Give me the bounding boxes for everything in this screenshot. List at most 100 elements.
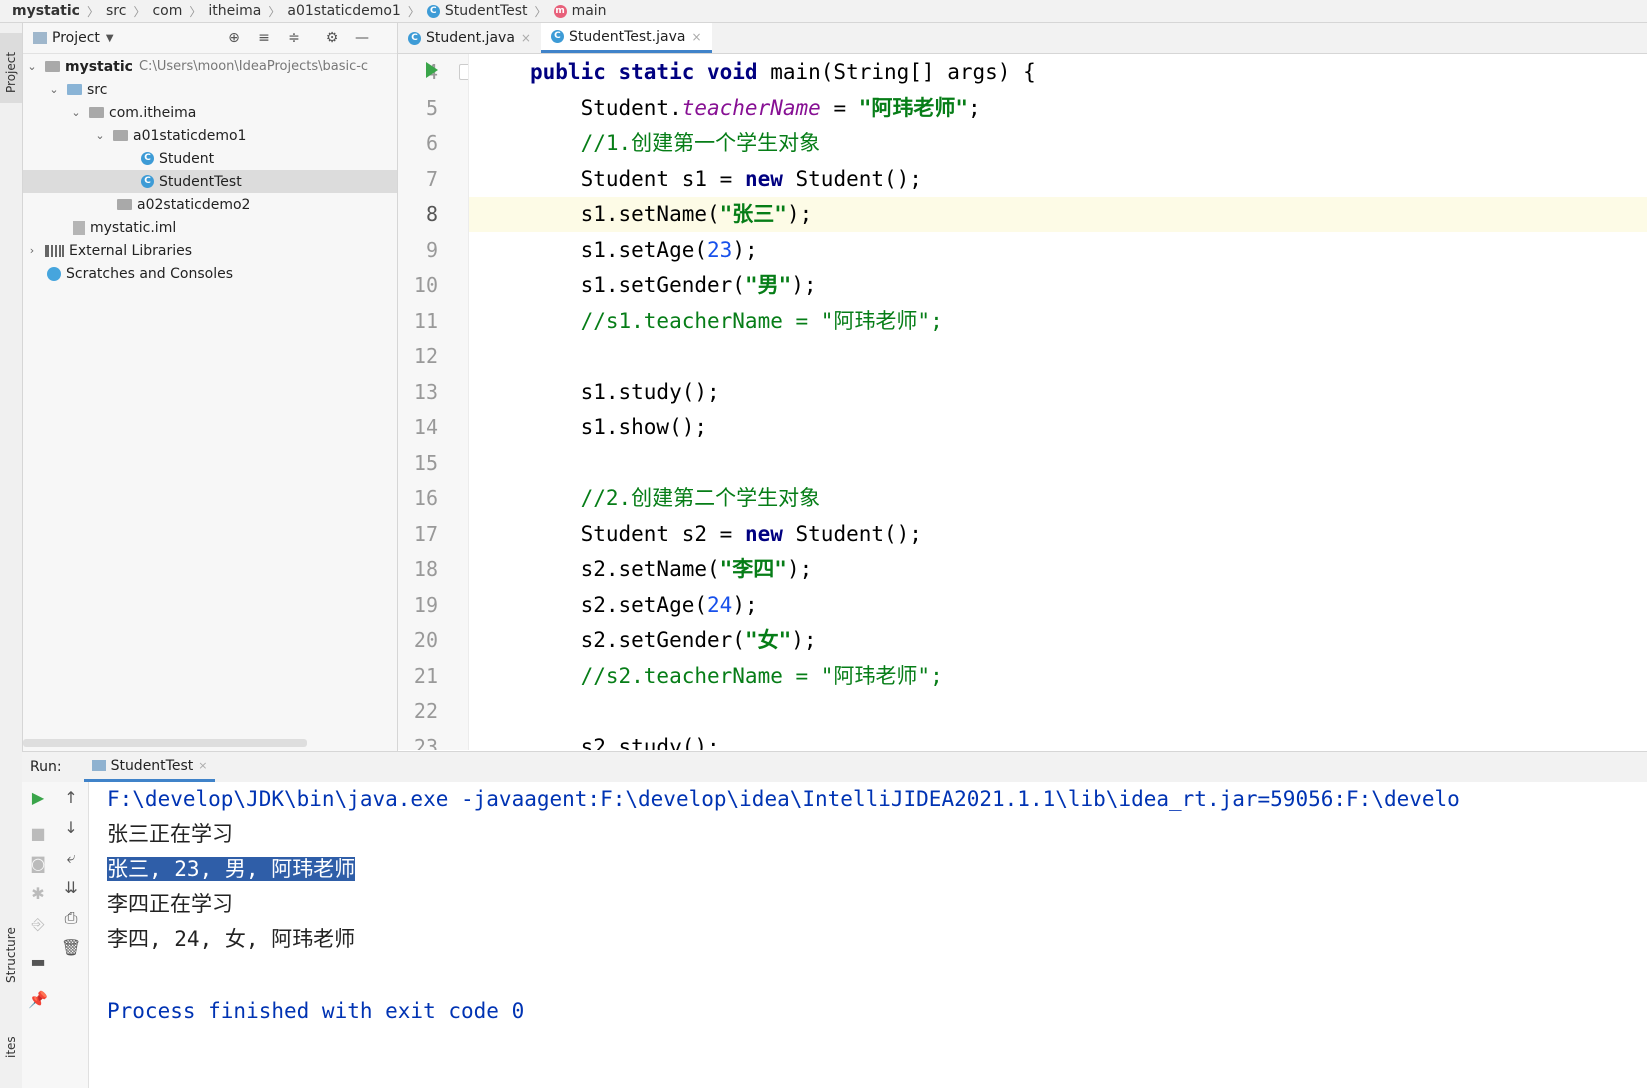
code-line[interactable]: //s1.teacherName = "阿玮老师"; [469,304,1647,339]
run-panel-header: Run: StudentTest × [22,751,1647,783]
code-token: Student(); [795,166,922,191]
tree-item-a01staticdemo1[interactable]: ⌄ a01staticdemo1 [23,124,397,147]
close-icon[interactable]: × [691,30,701,44]
code-token: "李四" [719,557,787,581]
code-editor[interactable]: public static void main(String[] args) {… [469,54,1647,750]
collapse-all-icon[interactable]: ≑ [285,29,303,47]
code-token: public static void [530,60,771,84]
camera-icon[interactable]: ◙ [28,854,48,874]
left-tool-stripe: Project Structure ites [0,23,23,1088]
code-line[interactable]: s2.study(); [469,730,1647,751]
tree-item-student[interactable]: C Student [23,147,397,170]
code-line[interactable] [469,446,1647,481]
breadcrumb-item-com[interactable]: com [149,3,185,19]
locate-icon[interactable]: ⊕ [225,29,243,47]
code-token: main(String[] args) { [770,60,1036,84]
line-number: 12 [413,344,438,368]
code-token: //s2.teacherName = "阿玮老师"; [530,663,943,688]
tree-item-studenttest[interactable]: C StudentTest [23,170,397,193]
class-icon: C [408,31,421,45]
trash-icon[interactable]: 🗑 [61,938,81,958]
code-line[interactable] [469,339,1647,374]
code-line[interactable]: Student.teacherName = "阿玮老师"; [469,91,1647,126]
tree-item-scratches[interactable]: Scratches and Consoles [23,262,397,285]
code-token: Student. [530,95,682,120]
arrow-up-icon[interactable]: ↑ [61,788,81,808]
chevron-down-icon: ⌄ [95,129,105,142]
code-line[interactable]: //2.创建第二个学生对象 [469,481,1647,516]
print-icon[interactable]: ⎙ [61,908,81,928]
selected-text[interactable]: 张三, 23, 男, 阿玮老师 [107,857,356,881]
code-line[interactable]: s1.show(); [469,410,1647,445]
editor-gutter: 4 5 6 7 8 9 10 11 12 13 14 15 16 17 18 19 20 21 22 23 [398,54,469,750]
minimize-icon[interactable]: — [353,29,371,47]
arrow-down-icon[interactable]: ↓ [61,818,81,838]
favorites-tool-tab[interactable]: ites [0,1008,22,1088]
tree-item-com-itheima[interactable]: ⌄ com.itheima [23,101,397,124]
breadcrumb-item-class[interactable]: C StudentTest [424,3,531,19]
code-line[interactable]: s2.setName("李四"); [469,552,1647,587]
code-token: Student s1 = [530,166,745,191]
debug-icon[interactable]: ✱ [28,884,48,904]
project-view-selector[interactable]: Project ▼ [33,30,114,46]
code-line[interactable]: Student s1 = new Student(); [469,162,1647,197]
code-line[interactable]: s1.setGender("男"); [469,268,1647,303]
stop-icon[interactable]: ■ [28,824,48,844]
class-icon: C [426,4,440,18]
rerun-icon[interactable]: ▶ [28,788,48,808]
code-line[interactable]: s2.setGender("女"); [469,623,1647,658]
run-tab-studenttest[interactable]: StudentTest × [83,752,216,782]
code-line[interactable]: Student s2 = new Student(); [469,517,1647,552]
tree-item-src[interactable]: ⌄ src [23,78,397,101]
fold-icon[interactable] [459,64,468,80]
code-line[interactable]: public static void main(String[] args) { [469,55,1647,90]
code-line[interactable]: //s2.teacherName = "阿玮老师"; [469,659,1647,694]
chevron-right-icon: 〉 [268,4,281,19]
code-line[interactable] [469,694,1647,729]
line-number: 6 [425,131,438,155]
src-folder-icon [67,84,82,95]
tree-item-label: a02staticdemo2 [137,196,251,213]
scroll-to-end-icon[interactable]: ⇊ [61,878,81,898]
package-icon [113,130,128,141]
close-icon[interactable]: × [198,759,207,772]
tree-item-a02staticdemo2[interactable]: a02staticdemo2 [23,193,397,216]
tab-student-java[interactable]: C Student.java × [398,23,541,53]
tree-item-mystatic[interactable]: ⌄ mystatic C:\Users\moon\IdeaProjects\ba… [23,55,397,78]
code-token: Student s2 = [530,521,745,546]
code-token: new [744,521,796,546]
breadcrumb-item-method[interactable]: m main [551,3,610,19]
code-line[interactable]: //1.创建第一个学生对象 [469,126,1647,161]
project-tool-tab[interactable]: Project [0,33,22,103]
structure-tool-tab[interactable]: Structure [0,903,22,993]
breadcrumb-item-project[interactable]: mystatic [0,3,83,19]
code-line[interactable]: s2.setAge(24); [469,588,1647,623]
soft-wrap-icon[interactable]: ⤶ [61,848,81,868]
code-token: s1.setGender( [530,273,745,297]
code-token: ); [732,237,758,262]
gear-icon[interactable]: ⚙ [323,29,341,47]
pin-icon[interactable]: 📌 [28,990,48,1010]
breadcrumb-item-package[interactable]: a01staticdemo1 [284,3,403,19]
run-gutter-icon[interactable] [426,62,438,78]
tree-item-label: com.itheima [109,104,197,121]
chevron-down-icon: ⌄ [49,83,59,96]
close-icon[interactable]: × [521,31,531,45]
code-line[interactable]: s1.study(); [469,375,1647,410]
horizontal-scrollbar[interactable] [23,739,307,747]
breadcrumb-item-itheima[interactable]: itheima [205,3,264,19]
tab-studenttest-java[interactable]: C StudentTest.java × [540,23,712,53]
code-line[interactable]: s1.setName("张三"); [469,197,1647,232]
tree-item-mystatic-iml[interactable]: mystatic.iml [23,216,397,239]
breadcrumb-item-src[interactable]: src [103,3,129,19]
tree-item-external-libraries[interactable]: › External Libraries [23,239,397,262]
exit-icon[interactable]: ⎆ [28,914,48,934]
console-output[interactable]: F:\develop\JDK\bin\java.exe -javaagent:F… [89,782,1647,1088]
line-number: 20 [413,628,438,652]
expand-all-icon[interactable]: ≡ [255,29,273,47]
tree-item-label: Student [159,150,215,167]
code-line[interactable]: s1.setAge(23); [469,233,1647,268]
tree-item-label: External Libraries [69,242,192,259]
layout-icon[interactable]: ▬ [28,952,48,972]
code-token: s2.study(); [530,734,720,751]
